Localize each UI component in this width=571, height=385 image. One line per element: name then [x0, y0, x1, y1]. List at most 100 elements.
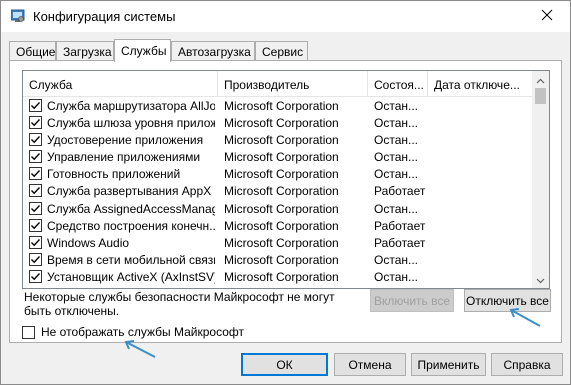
service-name: Средство построения конечн... [47, 218, 215, 233]
service-checkbox[interactable] [29, 201, 42, 215]
service-checkbox[interactable] [29, 99, 42, 112]
table-row[interactable]: Удостоверение приложения Microsoft Corpor… [23, 131, 534, 148]
checkmark-icon [31, 187, 41, 195]
tab-boot[interactable]: Загрузка [56, 41, 114, 61]
system-config-window: Конфигурация системы Общие Загрузка Служ… [0, 0, 571, 385]
checkmark-icon [31, 153, 41, 161]
service-name: Управление приложениями [47, 150, 201, 165]
service-vendor: Microsoft Corporation [224, 99, 339, 113]
service-vendor: Microsoft Corporation [224, 150, 339, 165]
service-status: Остан... [374, 252, 418, 267]
ok-button[interactable]: ОК [241, 353, 328, 376]
table-row[interactable]: Средство построения конечн... Microsoft C… [23, 217, 534, 234]
service-vendor: Microsoft Corporation [224, 218, 339, 233]
list-rows: Служба маршрутизатора AllJoyn Microsoft C… [23, 97, 534, 285]
window-title: Конфигурация системы [33, 9, 176, 24]
checkmark-icon [31, 119, 41, 127]
column-header-status[interactable]: Состоя... [368, 71, 428, 96]
annotation-arrow-disable-all [509, 308, 541, 327]
service-name: Удостоверение приложения [47, 133, 204, 148]
column-header-service[interactable]: Служба [23, 71, 218, 96]
security-note: Некоторые службы безопасности Майкрософт… [24, 290, 335, 318]
tab-services[interactable]: Службы [114, 39, 171, 62]
checkmark-icon [31, 204, 41, 212]
table-row[interactable]: Управление приложениями Microsoft Corpora… [23, 148, 534, 165]
table-row[interactable]: Служба маршрутизатора AllJoyn Microsoft C… [23, 97, 534, 114]
service-name: Служба шлюза уровня прилож... [47, 116, 215, 131]
scroll-up-button[interactable] [532, 71, 549, 88]
service-checkbox[interactable] [29, 252, 42, 266]
service-name: Служба AssignedAccessManager [47, 201, 215, 216]
scroll-thumb[interactable] [535, 88, 546, 104]
checkmark-icon [31, 170, 41, 178]
service-vendor: Microsoft Corporation [224, 133, 339, 148]
service-name: Установщик ActiveX (AxInstSV) [47, 269, 215, 284]
close-icon [541, 9, 553, 24]
table-row[interactable]: Windows Audio Microsoft Corporation Работа… [23, 234, 534, 251]
service-status: Остан... [374, 116, 418, 131]
service-checkbox[interactable] [29, 167, 42, 181]
service-vendor: Microsoft Corporation [224, 184, 339, 199]
service-status: Работает [374, 235, 426, 250]
service-status: Работает [374, 184, 426, 199]
hide-ms-services-checkbox[interactable] [22, 325, 35, 339]
service-checkbox[interactable] [29, 218, 42, 232]
checkmark-icon [31, 255, 41, 264]
service-checkbox[interactable] [29, 133, 42, 147]
service-name: Готовность приложений [47, 167, 181, 182]
close-button[interactable] [524, 1, 570, 32]
column-header-disable-date[interactable]: Дата отключе... [428, 71, 534, 96]
service-checkbox[interactable] [29, 235, 42, 249]
services-list[interactable]: Служба Производитель Состоя... Дата откл… [22, 70, 550, 289]
service-vendor: Microsoft Corporation [224, 235, 339, 250]
scroll-down-button[interactable] [532, 271, 549, 288]
tab-startup[interactable]: Автозагрузка [171, 41, 255, 61]
tab-general[interactable]: Общие [9, 41, 56, 61]
msconfig-app-icon [10, 9, 25, 23]
table-row[interactable]: Служба развертывания AppX (... Microsoft … [23, 182, 534, 199]
service-name: Время в сети мобильной связи [47, 252, 215, 267]
service-vendor: Microsoft Corporation [224, 269, 339, 284]
service-status: Остан... [374, 201, 418, 216]
service-checkbox[interactable] [29, 150, 42, 164]
table-row[interactable]: Время в сети мобильной связи Microsoft Co… [23, 251, 534, 268]
service-checkbox[interactable] [29, 184, 42, 198]
checkmark-icon [31, 272, 41, 281]
enable-all-button[interactable]: Включить все [370, 289, 454, 312]
checkmark-icon [31, 221, 41, 229]
tab-tools[interactable]: Сервис [255, 41, 308, 61]
service-status: Работает [374, 218, 426, 233]
service-checkbox[interactable] [29, 116, 42, 130]
service-checkbox[interactable] [29, 269, 42, 283]
service-name: Служба развертывания AppX (... [47, 184, 215, 199]
table-row[interactable]: Готовность приложений Microsoft Corporati… [23, 165, 534, 182]
cancel-button[interactable]: Отмена [334, 353, 406, 376]
table-row[interactable]: Служба шлюза уровня прилож... Microsoft C… [23, 114, 534, 131]
checkmark-icon [31, 102, 41, 110]
service-status: Остан... [374, 167, 418, 182]
service-vendor: Microsoft Corporation [224, 116, 339, 131]
service-vendor: Microsoft Corporation [224, 252, 339, 267]
service-vendor: Microsoft Corporation [224, 201, 339, 216]
help-button[interactable]: Справка [491, 353, 563, 376]
service-vendor: Microsoft Corporation [224, 167, 339, 182]
column-header-vendor[interactable]: Производитель [218, 71, 368, 96]
checkmark-icon [31, 238, 41, 246]
service-status: Остан... [374, 269, 418, 284]
chevron-up-icon [536, 73, 545, 87]
service-name: Служба маршрутизатора AllJoyn [47, 99, 215, 113]
annotation-arrow-hide-ms [124, 340, 156, 358]
table-row[interactable]: Служба AssignedAccessManager Microsoft Co… [23, 200, 534, 217]
table-row[interactable]: Установщик ActiveX (AxInstSV) Microsoft C… [23, 268, 534, 285]
title-bar: Конфигурация системы [1, 1, 570, 32]
chevron-down-icon [536, 273, 545, 287]
service-status: Остан... [374, 99, 418, 113]
service-status: Остан... [374, 133, 418, 148]
service-name: Windows Audio [47, 235, 130, 250]
vertical-scrollbar[interactable] [532, 71, 549, 288]
checkmark-icon [31, 136, 41, 144]
hide-ms-services-option[interactable]: Не отображать службы Майкрософт [22, 324, 244, 340]
list-header: Служба Производитель Состоя... Дата откл… [23, 71, 534, 97]
apply-button[interactable]: Применить [411, 353, 486, 376]
hide-ms-services-label: Не отображать службы Майкрософт [41, 325, 245, 339]
